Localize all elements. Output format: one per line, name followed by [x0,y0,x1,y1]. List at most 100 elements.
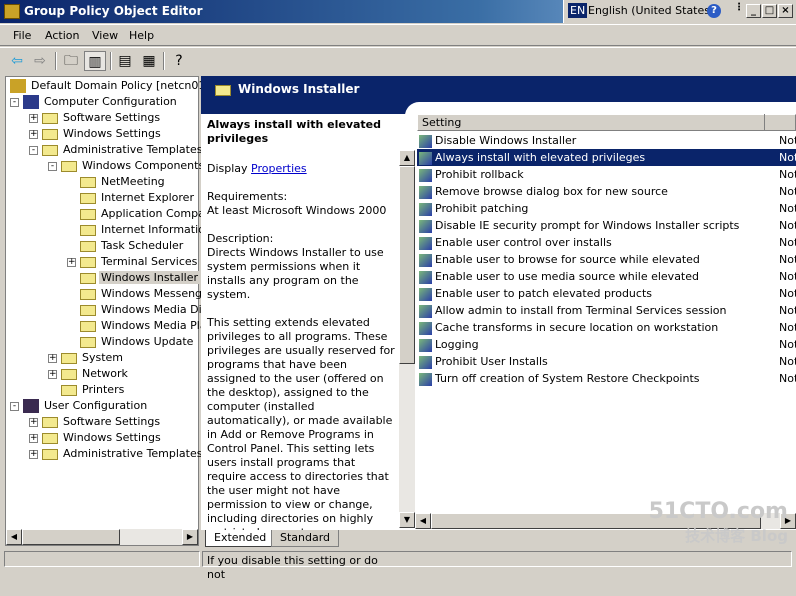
tree-item[interactable]: + Software Settings [29,110,162,126]
tree-item[interactable]: Windows Installer [67,270,201,286]
pane-title: Windows Installer [238,82,360,96]
tree-item[interactable]: Windows Messenge [67,286,211,302]
list-item[interactable]: Disable Windows Installer Not [417,132,796,149]
expand-icon[interactable]: + [67,257,76,267]
list-item[interactable]: Cache transforms in secure location on w… [417,319,796,336]
tree-item[interactable]: Windows Media Play [67,318,215,334]
list-item[interactable]: Disable IE security prompt for Windows I… [417,217,796,234]
forward-icon[interactable]: ⇨ [29,51,51,71]
tree-item-label: Computer Configuration [44,95,177,108]
tab-extended[interactable]: Extended [205,530,276,547]
help-icon[interactable]: ? [707,4,721,18]
setting-name: Prohibit patching [435,202,529,215]
tree-item[interactable]: - User Configuration [10,398,149,414]
description-para2: This setting extends elevated privileges… [207,316,395,539]
tree-item-label: Windows Installer [99,271,201,284]
tree-item[interactable]: - Administrative Templates [29,142,205,158]
scroll-thumb[interactable] [22,529,120,545]
list-item[interactable]: Enable user to use media source while el… [417,268,796,285]
list-item[interactable]: Enable user to browse for source while e… [417,251,796,268]
column-setting[interactable]: Setting [422,116,461,129]
expand-icon[interactable]: + [29,129,38,139]
expand-icon[interactable]: + [48,353,57,363]
policy-setting-icon [419,134,432,148]
tree-item[interactable]: Windows Update [67,334,195,350]
scroll-up-button[interactable]: ▲ [399,150,415,166]
collapse-icon[interactable]: - [10,97,19,107]
folder-icon [80,224,96,236]
tab-standard[interactable]: Standard [271,530,340,547]
properties-link[interactable]: Properties [251,162,307,175]
scroll-down-button[interactable]: ▼ [399,512,415,528]
scroll-thumb[interactable] [399,166,415,364]
tree-item[interactable]: + Windows Settings [29,126,163,142]
expand-icon[interactable]: + [29,449,38,459]
list-item[interactable]: Turn off creation of System Restore Chec… [417,370,796,387]
tree-item[interactable]: + Software Settings [29,414,162,430]
menu-view[interactable]: View [92,29,118,42]
properties-icon[interactable]: ▤ [114,51,136,71]
collapse-icon[interactable]: - [10,401,19,411]
list-item[interactable]: Enable user to patch elevated products No… [417,285,796,302]
collapse-icon[interactable]: - [29,145,38,155]
options-icon[interactable]: ⋮ [734,2,744,13]
console-tree[interactable]: Default Domain Policy [netcn01.guc - Compu… [5,76,229,546]
language-code[interactable]: EN [568,3,588,18]
tree-item[interactable]: Default Domain Policy [netcn01.guc [10,78,231,94]
menu-action[interactable]: Action [45,29,79,42]
export-list-icon[interactable]: ▦ [138,51,160,71]
up-folder-icon[interactable]: 🗀 [60,51,82,71]
list-item[interactable]: Prohibit patching Not [417,200,796,217]
tree-item[interactable]: Task Scheduler [67,238,185,254]
expand-icon[interactable]: + [29,433,38,443]
tree-item[interactable]: Printers [48,382,126,398]
tree-horizontal-scrollbar[interactable]: ◀ ▶ [6,529,198,545]
list-item[interactable]: Always install with elevated privileges N… [417,149,796,166]
list-item[interactable]: Prohibit rollback Not [417,166,796,183]
tree-item[interactable]: Application Compati [67,206,214,222]
column-state[interactable] [764,114,765,131]
close-button[interactable]: × [778,4,793,18]
list-item[interactable]: Allow admin to install from Terminal Ser… [417,302,796,319]
settings-list[interactable]: Setting Disable Windows InstallerNotAlwa… [415,112,796,520]
language-bar[interactable]: EN English (United States) ? ⋮ _ □ × [563,0,796,23]
menu-help[interactable]: Help [129,29,154,42]
collapse-icon[interactable]: - [48,161,57,171]
watermark-line1: 51CTO.com [648,499,788,524]
tree-item[interactable]: + System [48,350,125,366]
folder-icon [42,432,58,444]
setting-state: Not [779,355,796,368]
setting-name: Prohibit User Installs [435,355,548,368]
toolbar-separator [110,52,112,70]
maximize-button[interactable]: □ [762,4,777,18]
expand-icon[interactable]: + [29,113,38,123]
tree-item[interactable]: + Network [48,366,130,382]
tree-item[interactable]: - Computer Configuration [10,94,179,110]
list-item[interactable]: Logging Not [417,336,796,353]
list-item[interactable]: Prohibit User Installs Not [417,353,796,370]
tree-item[interactable]: Windows Media Digi [67,302,214,318]
tree-item[interactable]: - Windows Components [48,158,206,174]
back-icon[interactable]: ⇦ [6,51,28,71]
folder-icon [80,304,96,316]
expand-icon[interactable]: + [48,369,57,379]
tree-item[interactable]: + Administrative Templates [29,446,205,462]
tree-item[interactable]: Internet Explorer [67,190,196,206]
language-name[interactable]: English (United States) [588,4,714,17]
scroll-left-button[interactable]: ◀ [415,513,431,529]
menu-file[interactable]: File [13,29,31,42]
scroll-right-button[interactable]: ▶ [182,529,198,545]
list-item[interactable]: Enable user control over installs Not [417,234,796,251]
tree-item[interactable]: Internet Informatio [67,222,207,238]
list-item[interactable]: Remove browse dialog box for new source N… [417,183,796,200]
description-scrollbar[interactable]: ▲ ▼ [399,150,415,528]
tree-item[interactable]: NetMeeting [67,174,167,190]
minimize-button[interactable]: _ [746,4,761,18]
expand-icon[interactable]: + [29,417,38,427]
help-icon[interactable]: ? [168,51,190,71]
tree-item[interactable]: + Windows Settings [29,430,163,446]
setting-name: Cache transforms in secure location on w… [435,321,719,334]
scroll-left-button[interactable]: ◀ [6,529,22,545]
show-hide-tree-icon[interactable]: ▥ [84,51,106,71]
tree-item[interactable]: + Terminal Services [67,254,199,270]
